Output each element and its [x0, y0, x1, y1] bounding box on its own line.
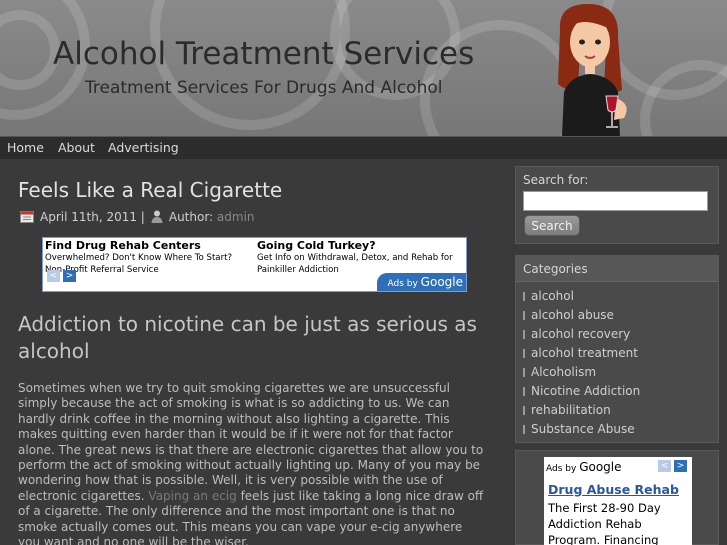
category-item[interactable]: alcohol treatment — [523, 346, 640, 365]
ad-pager: < > — [47, 270, 79, 289]
category-item[interactable]: alcohol recovery — [523, 327, 640, 346]
ad-description: The First 28-90 Day Addiction Rehab Prog… — [548, 501, 661, 545]
nav-item-about[interactable]: About — [58, 140, 95, 155]
post-date: April 11th, 2011 | — [40, 210, 145, 224]
body-link[interactable]: Vaping an ecig — [148, 489, 236, 503]
site-tagline: Treatment Services For Drugs And Alcohol — [85, 78, 443, 98]
bullet-icon — [523, 311, 525, 320]
category-label[interactable]: Alcoholism — [531, 365, 596, 379]
category-label[interactable]: alcohol abuse — [531, 308, 614, 322]
category-item[interactable]: rehabilitation — [523, 403, 640, 422]
category-label[interactable]: rehabilitation — [531, 403, 611, 417]
ads-by-google-badge[interactable]: Ads by Google — [377, 273, 466, 291]
categories-title: Categories — [523, 262, 588, 276]
ads-by-label: Ads by — [546, 464, 577, 474]
calendar-icon — [20, 211, 34, 223]
categories-list: alcohol alcohol abuse alcohol recovery a… — [523, 289, 640, 441]
site-title[interactable]: Alcohol Treatment Services — [53, 36, 474, 72]
ad-title[interactable]: Drug Abuse Rehab — [548, 482, 679, 497]
bullet-icon — [523, 349, 525, 358]
category-label[interactable]: alcohol treatment — [531, 346, 638, 360]
author-icon — [151, 210, 163, 223]
bullet-icon — [523, 368, 525, 377]
post-body: Sometimes when we try to quit smoking ci… — [18, 381, 488, 545]
bullet-icon — [523, 406, 525, 415]
chevron-right-icon[interactable]: > — [63, 270, 76, 282]
author-label: Author: — [168, 210, 214, 224]
site-header: Alcohol Treatment Services Treatment Ser… — [0, 0, 727, 136]
category-label[interactable]: Substance Abuse — [531, 422, 635, 436]
chevron-left-icon[interactable]: < — [658, 460, 671, 472]
search-button[interactable]: Search — [524, 215, 580, 236]
categories-widget: Categories alcohol alcohol abuse alcohol… — [515, 255, 719, 443]
nav-item-home[interactable]: Home — [7, 140, 44, 155]
bullet-icon — [523, 330, 525, 339]
category-item[interactable]: Alcoholism — [523, 365, 640, 384]
google-logo: Google — [420, 275, 463, 289]
chevron-right-icon[interactable]: > — [674, 460, 687, 472]
google-ad-sidebar: Ads by Google < > Drug Abuse Rehab The F… — [544, 457, 692, 545]
google-logo: Google — [579, 460, 622, 474]
bullet-icon — [523, 292, 525, 301]
author-link[interactable]: admin — [217, 210, 255, 224]
nav-item-advertising[interactable]: Advertising — [108, 140, 179, 155]
body-paragraph: Sometimes when we try to quit smoking ci… — [18, 381, 484, 503]
category-label[interactable]: alcohol recovery — [531, 327, 630, 341]
category-item[interactable]: alcohol abuse — [523, 308, 640, 327]
chevron-left-icon[interactable]: < — [47, 270, 60, 282]
category-item[interactable]: Substance Abuse — [523, 422, 640, 441]
category-label[interactable]: Nicotine Addiction — [531, 384, 640, 398]
category-item[interactable]: alcohol — [523, 289, 640, 308]
ads-by-google-badge[interactable]: Ads by Google — [546, 460, 622, 474]
ad-title[interactable]: Going Cold Turkey? — [257, 239, 462, 252]
main-content: Feels Like a Real Cigarette April 11th, … — [0, 159, 500, 545]
main-nav: Home About Advertising — [0, 136, 727, 159]
bullet-icon — [523, 387, 525, 396]
category-label[interactable]: alcohol — [531, 289, 574, 303]
google-ad-banner: Find Drug Rehab Centers Overwhelmed? Don… — [42, 237, 467, 292]
woman-with-wine-mascot — [558, 4, 627, 136]
search-input[interactable] — [523, 191, 708, 211]
post-subheading: Addiction to nicotine can be just as ser… — [18, 312, 477, 363]
sidebar-ad-widget: Ads by Google < > Drug Abuse Rehab The F… — [515, 450, 719, 545]
search-widget: Search for: Search — [515, 166, 719, 244]
ad-title[interactable]: Find Drug Rehab Centers — [45, 239, 250, 252]
post-meta: April 11th, 2011 | Author: admin — [20, 210, 255, 224]
ad-item[interactable]: Going Cold Turkey? Get Info on Withdrawa… — [257, 239, 462, 276]
search-label: Search for: — [523, 173, 589, 187]
post-title[interactable]: Feels Like a Real Cigarette — [18, 178, 282, 202]
categories-header: Categories — [516, 256, 718, 282]
category-item[interactable]: Nicotine Addiction — [523, 384, 640, 403]
ads-by-label: Ads by — [387, 279, 418, 289]
bullet-icon — [523, 425, 525, 434]
